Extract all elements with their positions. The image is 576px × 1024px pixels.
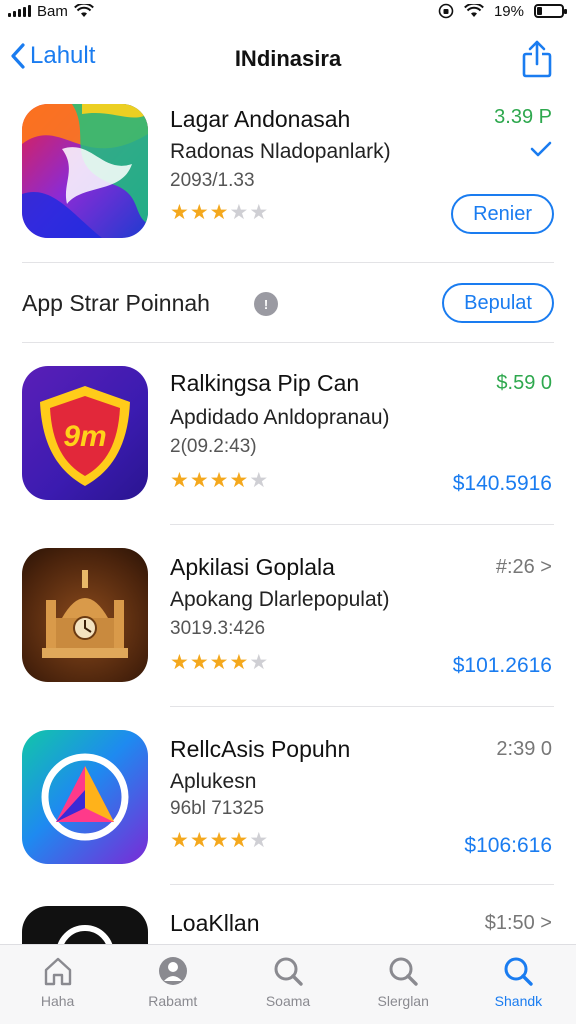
price-label: $.59 0 xyxy=(496,372,552,394)
navigation-bar: Lahult INdinasira xyxy=(0,30,576,88)
price-label: #:26 > xyxy=(495,556,552,578)
divider xyxy=(170,706,554,707)
star-filled-icon: ★ xyxy=(209,469,229,492)
price-label: $1:50 > xyxy=(484,912,552,934)
star-filled-icon: ★ xyxy=(189,201,209,224)
star-filled-icon: ★ xyxy=(189,469,209,492)
tab-home[interactable]: Haha xyxy=(0,945,115,1024)
divider xyxy=(170,884,554,885)
tab-bar: Haha Rabamt Soama Slerglan Shandk xyxy=(0,944,576,1024)
tab-label: Shandk xyxy=(494,993,543,1009)
divider xyxy=(170,524,554,525)
orientation-lock-icon xyxy=(438,3,454,19)
signal-icon xyxy=(8,5,31,17)
star-filled-icon: ★ xyxy=(209,651,229,674)
search-icon xyxy=(274,957,303,986)
star-empty-icon: ★ xyxy=(229,201,249,224)
price-value[interactable]: $101.2616 xyxy=(453,654,552,678)
divider xyxy=(22,262,554,263)
renew-button[interactable]: Renier xyxy=(451,194,554,234)
tab-account[interactable]: Rabamt xyxy=(115,945,230,1024)
app-row-4[interactable]: RellcAsis Popuhn Aplukesn 96bl 71325 ★ ★ ★… xyxy=(0,724,576,874)
app-icon-shield[interactable]: 9m xyxy=(22,366,148,500)
share-button[interactable] xyxy=(522,40,552,83)
battery-icon xyxy=(534,4,567,18)
star-filled-icon: ★ xyxy=(170,651,189,674)
app-icon-temple[interactable] xyxy=(22,548,148,682)
rating-stars: ★ ★ ★ ★ ★ xyxy=(170,830,268,851)
rating-stars: ★ ★ ★ ★ ★ xyxy=(170,470,268,491)
price-label: 3.39 P xyxy=(494,106,552,128)
star-empty-icon: ★ xyxy=(249,201,269,224)
app-subtitle: Apokang Dlarlepopulat) xyxy=(170,588,390,611)
star-filled-icon: ★ xyxy=(189,651,209,674)
rating-stars: ★ ★ ★ ★ ★ xyxy=(170,202,268,223)
search-icon xyxy=(389,957,418,986)
app-row-3[interactable]: Apkilasi Goplala Apokang Dlarlepopulat) … xyxy=(0,542,576,692)
star-filled-icon: ★ xyxy=(209,829,229,852)
app-name: Lagar Andonasah xyxy=(170,106,351,132)
app-meta: 3019.3:426 xyxy=(170,618,266,639)
share-icon xyxy=(522,40,552,78)
app-name: LoaKllan xyxy=(170,910,260,936)
search-icon xyxy=(504,957,534,986)
app-name: Ralkingsa Pip Can xyxy=(170,370,360,396)
status-bar: Bam 19% xyxy=(0,0,576,22)
app-icon-triangle[interactable] xyxy=(22,730,148,864)
divider xyxy=(22,342,554,343)
price-label: 2:39 0 xyxy=(496,738,552,760)
person-icon xyxy=(158,957,187,985)
app-name: Apkilasi Goplala xyxy=(170,554,335,580)
tab-label: Haha xyxy=(40,993,75,1009)
tab-label: Rabamt xyxy=(148,993,198,1009)
carrier-label: Bam xyxy=(37,2,68,20)
star-filled-icon: ★ xyxy=(229,469,249,492)
star-empty-icon: ★ xyxy=(249,469,269,492)
info-icon[interactable]: ! xyxy=(254,292,278,316)
app-icon-swirl[interactable] xyxy=(22,104,148,238)
app-subtitle: Apdidado Anldopranau) xyxy=(170,406,390,429)
popular-button[interactable]: Bepulat xyxy=(442,283,554,323)
battery-percent: 19% xyxy=(493,2,524,20)
app-row-1[interactable]: Lagar Andonasah Radonas Nladopanlark) 20… xyxy=(0,98,576,248)
star-filled-icon: ★ xyxy=(189,829,209,852)
tab-label: Soama xyxy=(265,993,311,1009)
price-value[interactable]: $140.5916 xyxy=(453,472,552,496)
battery-fill xyxy=(537,7,542,15)
app-icon-dark[interactable] xyxy=(22,906,148,944)
tab-label: Slerglan xyxy=(377,993,429,1009)
status-right: 19% xyxy=(438,2,567,20)
wifi-icon xyxy=(464,4,484,17)
star-filled-icon: ★ xyxy=(170,201,189,224)
app-subtitle: Radonas Nladopanlark) xyxy=(170,140,391,163)
section-title: App Strar Poinnah xyxy=(22,290,210,316)
checkmark-icon xyxy=(530,141,552,157)
app-meta: 96bl 71325 xyxy=(170,798,265,819)
page-title: INdinasira xyxy=(234,46,342,71)
status-left: Bam xyxy=(8,3,94,20)
tab-search-active[interactable]: Shandk xyxy=(461,945,576,1024)
star-filled-icon: ★ xyxy=(170,469,189,492)
app-meta: 2(09.2:43) xyxy=(170,436,257,457)
app-name: RellcAsis Popuhn xyxy=(170,736,351,762)
app-subtitle: Aplukesn xyxy=(170,770,257,793)
tab-search-2[interactable]: Slerglan xyxy=(346,945,461,1024)
app-meta: 2093/1.33 xyxy=(170,170,255,191)
rating-stars: ★ ★ ★ ★ ★ xyxy=(170,652,268,673)
tab-search-1[interactable]: Soama xyxy=(230,945,345,1024)
price-value[interactable]: $106:616 xyxy=(464,834,552,858)
shield-icon-text: 9m xyxy=(63,420,106,453)
star-filled-icon: ★ xyxy=(229,829,249,852)
star-filled-icon: ★ xyxy=(209,201,229,224)
star-empty-icon: ★ xyxy=(249,829,269,852)
star-filled-icon: ★ xyxy=(170,829,189,852)
star-empty-icon: ★ xyxy=(249,651,269,674)
wifi-icon xyxy=(73,4,94,17)
home-icon xyxy=(44,957,71,986)
app-row-5[interactable]: LoaKllan $1:50 > xyxy=(0,900,576,944)
star-filled-icon: ★ xyxy=(229,651,249,674)
section-header: App Strar Poinnah ! Bepulat xyxy=(0,276,576,332)
app-row-2[interactable]: 9m Ralkingsa Pip Can Apdidado Anldoprana… xyxy=(0,360,576,510)
